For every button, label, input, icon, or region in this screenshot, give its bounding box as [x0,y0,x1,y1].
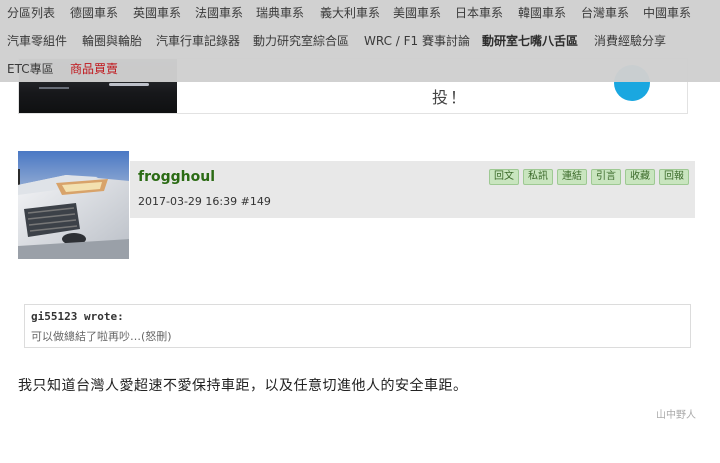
post-body: 我只知道台灣人愛超速不愛保持車距，以及任意切進他人的安全車距。 [18,378,468,394]
nav-item-taiwan[interactable]: 台灣車系 [581,3,629,23]
post-number[interactable]: #149 [241,195,271,208]
nav-item-china[interactable]: 中國車系 [643,3,691,23]
post-signature: 山中野人 [656,410,696,421]
nav-item-wheels[interactable]: 輪圈與輪胎 [82,31,142,51]
ad-cta-text: 投！ [432,88,469,107]
nav-item-power-lab[interactable]: 動力研究室綜合區 [253,31,349,51]
nav-item-germany[interactable]: 德國車系 [70,3,118,23]
message-button[interactable]: 私訊 [523,169,553,185]
nav-item-korea[interactable]: 韓國車系 [518,3,566,23]
nav-item-japan[interactable]: 日本車系 [455,3,503,23]
link-button[interactable]: 連結 [557,169,587,185]
bookmark-button[interactable]: 收藏 [625,169,655,185]
nav-item-consumer[interactable]: 消費經驗分享 [594,31,666,51]
nav-item-italy[interactable]: 義大利車系 [320,3,380,23]
nav-item-wrc-f1[interactable]: WRC / F1 賽事討論 [364,31,470,51]
nav-item-dashcam[interactable]: 汽車行車記錄器 [156,31,240,51]
post-actions: 回文 私訊 連結 引言 收藏 回報 [485,169,689,185]
nav-item-usa[interactable]: 美國車系 [393,3,441,23]
nav-item-parts[interactable]: 汽車零組件 [7,31,67,51]
post-meta: 2017-03-29 16:39 #149 [138,195,271,208]
nav-item-france[interactable]: 法國車系 [195,3,243,23]
reply-button[interactable]: 回文 [489,169,519,185]
user-avatar[interactable] [18,151,129,259]
nav-item-forum-list[interactable]: 分區列表 [7,3,55,23]
post-username[interactable]: frogghoul [138,169,215,185]
quote-block: gi55123 wrote: 可以做總結了啦再吵…(怒刪) [24,304,691,348]
nav-item-marketplace[interactable]: 商品買賣 [70,59,118,79]
quote-button[interactable]: 引言 [591,169,621,185]
car-avatar-image [18,151,129,259]
nav-item-uk[interactable]: 英國車系 [133,3,181,23]
quote-text: 可以做總結了啦再吵…(怒刪) [31,330,172,343]
report-button[interactable]: 回報 [659,169,689,185]
nav-item-chat[interactable]: 動研室七嘴八舌區 [482,31,578,51]
forum-nav: 分區列表 德國車系 英國車系 法國車系 瑞典車系 義大利車系 美國車系 日本車系… [0,0,720,82]
nav-item-etc[interactable]: ETC專區 [7,59,54,79]
post-header: frogghoul 2017-03-29 16:39 #149 回文 私訊 連結… [130,161,695,218]
nav-item-sweden[interactable]: 瑞典車系 [256,3,304,23]
post-datetime: 2017-03-29 16:39 [138,195,238,208]
quote-author: gi55123 wrote: [31,310,124,323]
